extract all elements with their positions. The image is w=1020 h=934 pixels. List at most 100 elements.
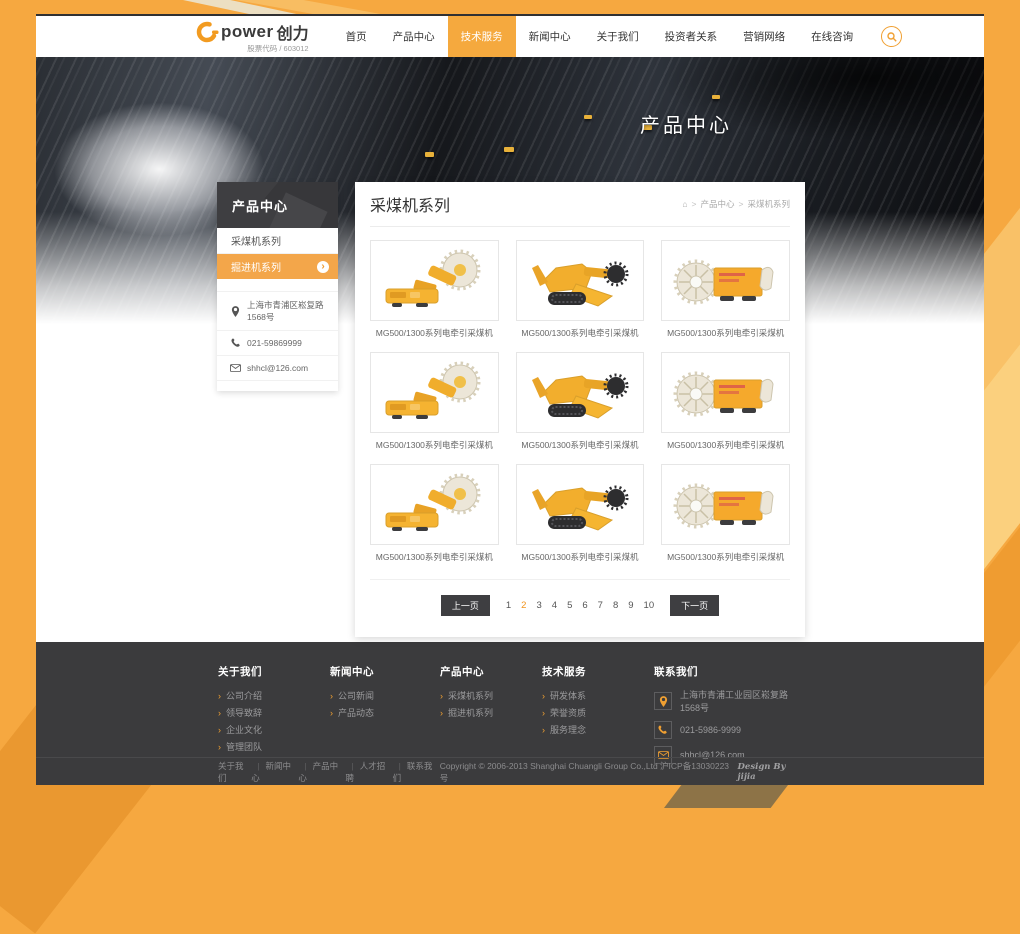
footer-contact-list: 上海市青浦工业园区崧复路1568号 021-5986-9999 shhcl@1 <box>654 688 805 764</box>
product-card[interactable]: MG500/1300系列电牵引采煤机 <box>370 240 499 339</box>
product-card[interactable]: MG500/1300系列电牵引采煤机 <box>516 352 645 451</box>
footer-link[interactable]: 公司介绍 <box>218 688 330 705</box>
product-image <box>370 352 499 433</box>
shearer-disc-right-image <box>380 470 488 540</box>
shearer-disc-right-image <box>380 358 488 428</box>
nav-item[interactable]: 营销网络 <box>730 16 798 57</box>
footer-bottom-link[interactable]: 新闻中心 <box>251 760 298 784</box>
product-image <box>661 352 790 433</box>
product-caption: MG500/1300系列电牵引采煤机 <box>516 551 645 563</box>
product-caption: MG500/1300系列电牵引采煤机 <box>661 327 790 339</box>
footer-link[interactable]: 公司新闻 <box>330 688 440 705</box>
page-number[interactable]: 3 <box>534 600 543 611</box>
footer-column-title: 技术服务 <box>542 664 654 679</box>
nav-item[interactable]: 新闻中心 <box>516 16 584 57</box>
page-number[interactable]: 9 <box>626 600 635 611</box>
product-caption: MG500/1300系列电牵引采煤机 <box>370 551 499 563</box>
footer-column-title: 联系我们 <box>654 664 805 679</box>
product-card[interactable]: MG500/1300系列电牵引采煤机 <box>370 352 499 451</box>
sidebar-contact-row: shhcl@126.com <box>217 355 338 381</box>
breadcrumb-item[interactable]: 产品中心 <box>688 198 735 210</box>
sidebar-menu-item[interactable]: 掘进机系列 › <box>217 254 338 279</box>
footer-link[interactable]: 产品动态 <box>330 705 440 722</box>
location-pin-icon <box>230 306 241 317</box>
product-card[interactable]: MG500/1300系列电牵引采煤机 <box>661 352 790 451</box>
product-caption: MG500/1300系列电牵引采煤机 <box>661 439 790 451</box>
footer-link[interactable]: 荣誉资质 <box>542 705 654 722</box>
logo[interactable]: power 创力 股票代码 / 603012 <box>196 20 309 54</box>
page-number[interactable]: 10 <box>642 600 657 611</box>
footer-link[interactable]: 研发体系 <box>542 688 654 705</box>
product-image <box>661 240 790 321</box>
footer-link[interactable]: 服务理念 <box>542 722 654 739</box>
mine-truck <box>584 115 592 119</box>
page-numbers: 1 2 3 4 5 6 7 8 9 10 <box>504 600 656 611</box>
product-card[interactable]: MG500/1300系列电牵引采煤机 <box>370 464 499 563</box>
sidebar-menu-item[interactable]: 采煤机系列 › <box>217 228 338 254</box>
nav-item[interactable]: 在线咨询 <box>798 16 866 57</box>
footer-link[interactable]: 企业文化 <box>218 722 330 739</box>
hero-title: 产品中心 <box>640 109 732 138</box>
next-page-button[interactable]: 下一页 <box>670 595 719 616</box>
product-grid: MG500/1300系列电牵引采煤机 MG500/1300系列电牵引采煤机 <box>370 240 790 563</box>
footer-link[interactable]: 采煤机系列 <box>440 688 542 705</box>
nav-item[interactable]: 产品中心 <box>380 16 448 57</box>
footer-link[interactable]: 掘进机系列 <box>440 705 542 722</box>
pagination: 上一页 1 2 3 4 5 6 7 8 <box>370 579 790 616</box>
search-button[interactable] <box>881 26 902 47</box>
footer-bottom-link[interactable]: 人才招聘 <box>345 760 392 784</box>
nav-item[interactable]: 技术服务 <box>448 16 516 57</box>
copyright: Copyright © 2006-2013 Shanghai Chuangli … <box>440 760 805 784</box>
product-image <box>370 464 499 545</box>
footer-link[interactable]: 管理团队 <box>218 739 330 756</box>
footer-column: 产品中心 采煤机系列 掘进机系列 <box>440 664 542 771</box>
product-card[interactable]: MG500/1300系列电牵引采煤机 <box>661 464 790 563</box>
mine-truck <box>712 95 720 99</box>
page-number[interactable]: 2 <box>519 600 528 611</box>
page-number[interactable]: 7 <box>596 600 605 611</box>
footer-column-title: 新闻中心 <box>330 664 440 679</box>
nav-item[interactable]: 投资者关系 <box>652 16 731 57</box>
product-card[interactable]: MG500/1300系列电牵引采煤机 <box>661 240 790 339</box>
main-nav: 首页 产品中心 技术服务 新闻中心 关于我们 投资者关系 营销网络 在线咨询 <box>333 16 867 57</box>
prev-page-button[interactable]: 上一页 <box>441 595 490 616</box>
footer-column-title: 关于我们 <box>218 664 330 679</box>
sidebar-contact-row: 上海市青浦区崧复路1568号 <box>217 291 338 330</box>
main-content: 采煤机系列 ⌂ 产品中心 采煤机系列 <box>355 182 805 637</box>
product-image <box>661 464 790 545</box>
product-image <box>370 240 499 321</box>
contact-text: shhcl@126.com <box>247 363 308 373</box>
footer-link-list: 公司新闻 产品动态 <box>330 688 440 722</box>
page-title: 采煤机系列 <box>370 192 450 216</box>
page-number[interactable]: 5 <box>565 600 574 611</box>
phone-icon <box>654 721 672 739</box>
product-image <box>516 240 645 321</box>
nav-item[interactable]: 首页 <box>333 16 380 57</box>
product-caption: MG500/1300系列电牵引采煤机 <box>516 439 645 451</box>
footer-link[interactable]: 领导致辞 <box>218 705 330 722</box>
sidebar-title: 产品中心 <box>217 182 338 228</box>
breadcrumb-item[interactable]: 采煤机系列 <box>735 198 790 210</box>
footer-link-list: 公司介绍 领导致辞 企业文化 管理团队 <box>218 688 330 756</box>
page-number[interactable]: 4 <box>550 600 559 611</box>
page-number[interactable]: 8 <box>611 600 620 611</box>
footer-bottom-link[interactable]: 产品中心 <box>298 760 345 784</box>
footer-bottom-link[interactable]: 联系我们 <box>393 760 440 784</box>
contact-text: 021-59869999 <box>247 338 302 348</box>
footer-link-list: 采煤机系列 掘进机系列 <box>440 688 542 722</box>
page-number[interactable]: 1 <box>504 600 513 611</box>
c-power-logo-icon <box>196 20 220 44</box>
product-card[interactable]: MG500/1300系列电牵引采煤机 <box>516 240 645 339</box>
product-card[interactable]: MG500/1300系列电牵引采煤机 <box>516 464 645 563</box>
site-page: power 创力 股票代码 / 603012 首页 产品中心 技术服务 新闻中心… <box>36 14 984 783</box>
nav-item[interactable]: 关于我们 <box>584 16 652 57</box>
logo-text-en: power <box>221 22 274 42</box>
page-number[interactable]: 6 <box>580 600 589 611</box>
header: power 创力 股票代码 / 603012 首页 产品中心 技术服务 新闻中心… <box>36 16 984 57</box>
location-pin-icon <box>654 692 672 710</box>
roadheader-image <box>526 358 634 428</box>
footer-columns: 关于我们 公司介绍 领导致辞 企业文化 管理团队 新闻中心 公司新闻 产品动态 <box>36 642 984 771</box>
footer-bottom-link[interactable]: 关于我们 <box>218 760 251 784</box>
footer-column: 技术服务 研发体系 荣誉资质 服务理念 <box>542 664 654 771</box>
breadcrumb: ⌂ 产品中心 采煤机系列 <box>682 198 790 210</box>
